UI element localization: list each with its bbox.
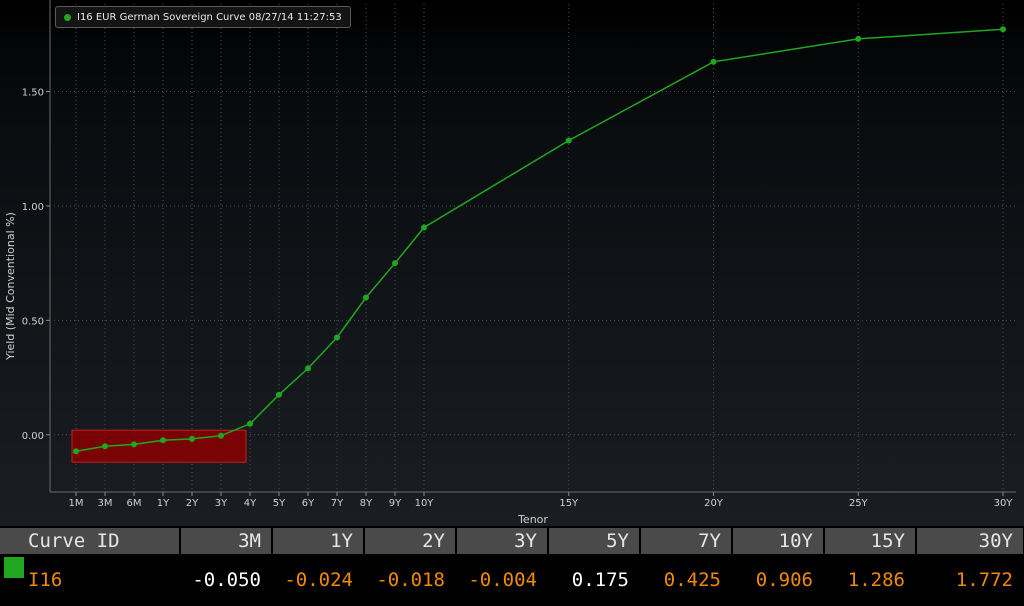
value-cell-1y: -0.024 [272,554,365,606]
x-tick-label: 7Y [331,498,344,509]
data-point [189,435,195,442]
data-point [334,334,340,341]
curve-data-table: Curve ID 3M 1Y 2Y 3Y 5Y 7Y 10Y 15Y 30Y I… [0,528,1024,606]
data-point [247,420,253,427]
y-tick-label: 1.50 [22,88,44,99]
data-point [131,441,137,448]
data-point [276,391,282,398]
curve-color-swatch [4,557,24,578]
yield-curve-chart: 0.00 0.50 1.00 1.50 1M 3M 6M 1Y 2Y 3Y 4Y 5Y 6Y 7Y 8Y 9Y… [4,0,1016,526]
x-tick-label: 25Y [849,498,869,509]
legend-marker-icon [64,13,71,21]
table-row[interactable]: I16 -0.050 -0.024 -0.018 -0.004 0.175 0.… [0,554,1024,606]
y-tick-label: 0.50 [22,316,44,327]
y-axis-label: Yield (Mid Conventional %) [4,212,17,361]
column-header[interactable]: 3M [180,528,273,554]
data-point [855,35,862,42]
data-point [305,365,311,372]
series-line [75,28,1004,453]
data-point [363,294,369,301]
value-cell-5y: 0.175 [548,554,641,606]
x-tick-label: 20Y [704,498,724,509]
column-header[interactable]: 10Y [732,528,825,554]
x-tick-label: 30Y [994,498,1014,509]
data-point [218,432,224,439]
x-tick-label: 8Y [360,498,373,509]
data-point [392,260,398,267]
x-tick-label: 9Y [389,498,402,509]
column-header[interactable]: 7Y [640,528,733,554]
column-header[interactable]: Curve ID [0,528,181,554]
column-header[interactable]: 1Y [272,528,365,554]
x-tick-label: 1Y [157,498,170,509]
column-header[interactable]: 2Y [364,528,457,554]
value-cell-10y: 0.906 [732,554,825,606]
data-point [565,137,572,144]
x-tick-label: 3Y [215,498,228,509]
chart-panel: 0.00 0.50 1.00 1.50 1M 3M 6M 1Y 2Y 3Y 4Y 5Y 6Y 7Y 8Y 9Y… [0,0,1024,526]
x-tick-label: 6Y [302,498,315,509]
x-tick-label: 4Y [244,498,257,509]
y-tick-label: 0.00 [22,431,44,442]
data-point [421,224,427,231]
curve-id-cell[interactable]: I16 [0,554,181,606]
data-point [73,448,79,455]
value-cell-2y: -0.018 [364,554,457,606]
chart-legend[interactable]: I16 EUR German Sovereign Curve 08/27/14 … [55,6,351,28]
value-cell-7y: 0.425 [640,554,733,606]
value-cell-15y: 1.286 [824,554,917,606]
column-header[interactable]: 5Y [548,528,641,554]
data-point [1000,26,1006,33]
x-tick-label: 6M [127,498,142,509]
data-point [102,443,108,450]
x-tick-label: 3M [98,498,113,509]
curve-id-label: I16 [28,569,63,591]
column-header[interactable]: 3Y [456,528,549,554]
data-point [710,58,717,65]
value-cell-3y: -0.004 [456,554,549,606]
value-cell-3m: -0.050 [180,554,273,606]
data-point [160,437,166,444]
x-tick-label: 10Y [415,498,435,509]
x-tick-label: 15Y [559,498,579,509]
x-tick-label: 1M [69,498,84,509]
value-cell-30y: 1.772 [916,554,1024,606]
table-header-row: Curve ID 3M 1Y 2Y 3Y 5Y 7Y 10Y 15Y 30Y [0,528,1024,554]
column-header[interactable]: 30Y [916,528,1024,554]
legend-label: I16 EUR German Sovereign Curve 08/27/14 … [77,11,342,23]
column-header[interactable]: 15Y [824,528,917,554]
x-axis-label: Tenor [517,513,548,526]
y-tick-label: 1.00 [22,202,44,213]
x-tick-label: 2Y [186,498,199,509]
x-tick-label: 5Y [273,498,286,509]
